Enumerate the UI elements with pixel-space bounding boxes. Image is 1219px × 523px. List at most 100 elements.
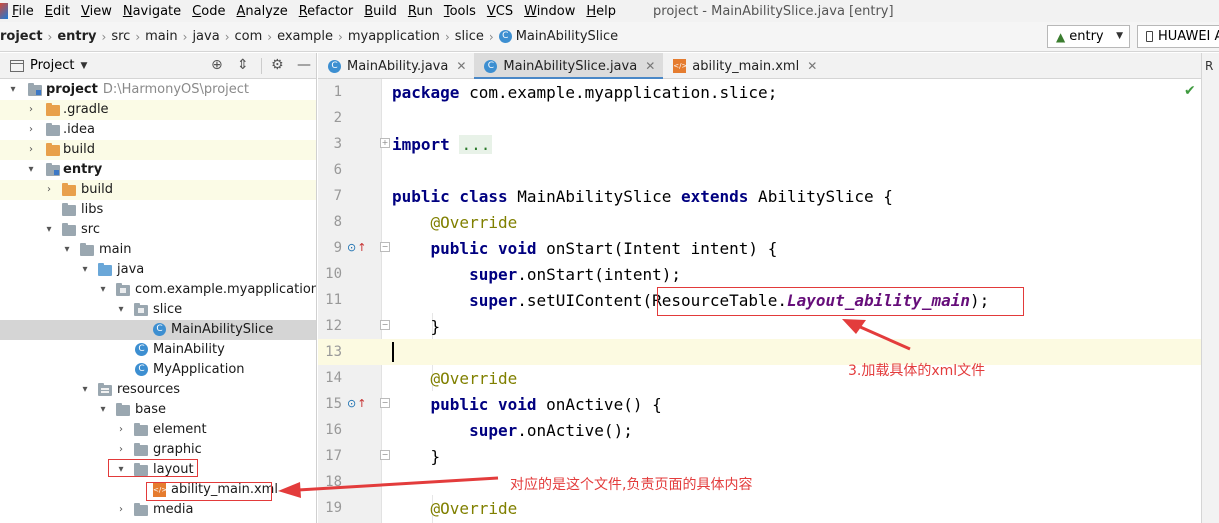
chevron-down-icon[interactable]: ▼ [80,61,87,71]
project-folder-icon [28,83,43,97]
fold-collapse-icon[interactable]: − [380,398,390,408]
chevron-down-icon[interactable]: ▾ [62,243,72,257]
tree-item-mainabilityslice[interactable]: C MainAbilitySlice [0,320,316,340]
chevron-down-icon[interactable]: ▾ [26,163,36,177]
tree-item-element[interactable]: › element [0,420,316,440]
tree-item-package[interactable]: ▾ com.example.myapplication [0,280,316,300]
tree-item-project[interactable]: ▾ project D:\HarmonyOS\project [0,80,316,100]
tab-ability-main-xml[interactable]: </> ability_main.xml ✕ [663,53,825,79]
highlight-box-layout [108,459,198,477]
tree-item-entry[interactable]: ▾ entry [0,160,316,180]
locate-file-icon[interactable]: ⊕ [211,57,223,73]
tree-item-label: src [81,222,100,237]
tree-item-label: entry [63,162,103,177]
fold-expand-icon[interactable]: + [380,138,390,148]
menu-tools[interactable]: Tools [444,4,476,19]
menu-file[interactable]: File [12,4,34,19]
chevron-right-icon[interactable]: › [26,143,36,157]
chevron-right-icon[interactable]: › [116,443,126,457]
chevron-right-icon[interactable]: › [44,183,54,197]
project-view-selector[interactable]: Project [30,58,74,73]
menu-refactor[interactable]: Refactor [299,4,354,19]
app-logo-icon [0,3,8,19]
code-text: public class MainAbilitySlice extends Ab… [392,187,893,206]
chevron-down-icon[interactable]: ▾ [98,403,108,417]
breadcrumb-src[interactable]: src [111,29,130,44]
tree-item-idea[interactable]: › .idea [0,120,316,140]
line-number: 6 [333,162,342,178]
tree-item-base[interactable]: ▾ base [0,400,316,420]
menu-window[interactable]: Window [524,4,575,19]
right-tool-strip[interactable]: R [1201,53,1219,523]
code-line: 16 super.onActive(); [318,417,1201,443]
xml-file-icon: </> [673,59,687,73]
menu-edit[interactable]: Edit [45,4,70,19]
breadcrumb-java[interactable]: java [192,29,219,44]
folded-imports[interactable]: ... [459,135,493,154]
menu-navigate[interactable]: Navigate [123,4,181,19]
tree-item-main[interactable]: ▾ main [0,240,316,260]
code-line: 1 package com.example.myapplication.slic… [318,79,1201,105]
menu-run[interactable]: Run [408,4,433,19]
chevron-right-icon[interactable]: › [116,423,126,437]
code-token: onStart(Intent intent) { [536,239,778,258]
close-icon[interactable]: ✕ [456,59,466,73]
close-icon[interactable]: ✕ [807,59,817,73]
menu-analyze[interactable]: Analyze [236,4,287,19]
tree-item-build[interactable]: › build [0,140,316,160]
chevron-down-icon[interactable]: ▾ [80,263,90,277]
breadcrumb-entry[interactable]: entry [57,29,96,44]
menu-view[interactable]: View [81,4,112,19]
fold-collapse-icon[interactable]: − [380,320,390,330]
folder-icon [134,443,149,457]
breadcrumb-main[interactable]: main [145,29,177,44]
device-selector[interactable]: HUAWEI A [1137,25,1219,48]
chevron-right-icon[interactable]: › [26,103,36,117]
tab-mainabilityslice[interactable]: C MainAbilitySlice.java ✕ [474,53,664,80]
code-line: 8 @Override [318,209,1201,235]
breadcrumb-com[interactable]: com [235,29,263,44]
run-configuration-dropdown[interactable]: ▲ entry ▼ [1047,25,1130,48]
class-icon: C [498,30,512,43]
chevron-down-icon[interactable]: ▾ [8,83,18,97]
gear-icon[interactable]: ⚙ [271,57,284,73]
right-strip-label: R [1205,59,1214,73]
breadcrumb-project[interactable]: roject [0,29,43,44]
code-text: @Override [392,369,518,388]
breadcrumb-file[interactable]: MainAbilitySlice [516,29,618,44]
collapse-all-icon[interactable]: ⇕ [237,57,249,73]
override-marker-icon[interactable]: ⊙↑ [347,397,366,410]
menu-build[interactable]: Build [364,4,397,19]
line-number: 10 [325,266,342,282]
chevron-down-icon[interactable]: ▾ [44,223,54,237]
override-marker-icon[interactable]: ⊙↑ [347,241,366,254]
tree-item-gradle[interactable]: › .gradle [0,100,316,120]
tree-item-slice[interactable]: ▾ slice [0,300,316,320]
tree-item-media[interactable]: › media [0,500,316,520]
breadcrumb-myapplication[interactable]: myapplication [348,29,440,44]
tree-item-graphic[interactable]: › graphic [0,440,316,460]
fold-collapse-icon[interactable]: − [380,242,390,252]
chevron-down-icon: ▼ [1116,31,1123,41]
tree-item-mainability[interactable]: C MainAbility [0,340,316,360]
tree-item-src[interactable]: ▾ src [0,220,316,240]
hide-panel-icon[interactable]: — [297,57,311,73]
fold-collapse-icon[interactable]: − [380,450,390,460]
tree-item-resources[interactable]: ▾ resources [0,380,316,400]
chevron-down-icon[interactable]: ▾ [116,303,126,317]
chevron-down-icon[interactable]: ▾ [80,383,90,397]
close-icon[interactable]: ✕ [645,59,655,73]
tree-item-entry-build[interactable]: › build [0,180,316,200]
chevron-right-icon[interactable]: › [116,503,126,517]
breadcrumb-example[interactable]: example [277,29,333,44]
menu-vcs[interactable]: VCS [487,4,513,19]
breadcrumb-slice[interactable]: slice [455,29,484,44]
tab-mainability[interactable]: C MainAbility.java ✕ [318,53,474,79]
chevron-right-icon[interactable]: › [26,123,36,137]
menu-code[interactable]: Code [192,4,225,19]
tree-item-libs[interactable]: libs [0,200,316,220]
tree-item-myapplication[interactable]: C MyApplication [0,360,316,380]
menu-help[interactable]: Help [586,4,616,19]
chevron-down-icon[interactable]: ▾ [98,283,108,297]
tree-item-java[interactable]: ▾ java [0,260,316,280]
